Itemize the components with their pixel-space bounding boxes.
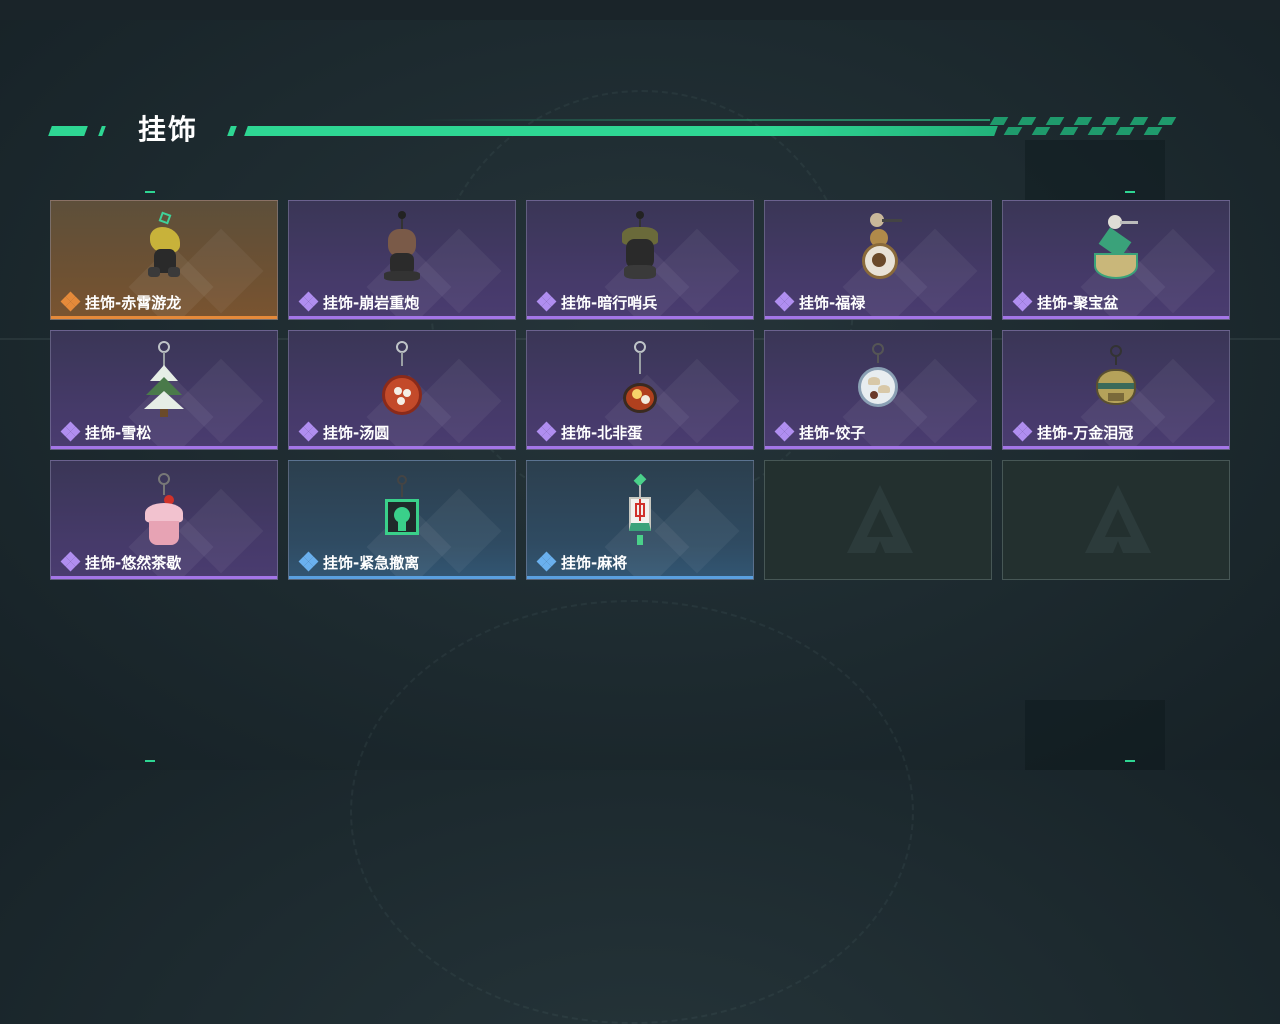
corner-mark bbox=[1125, 191, 1135, 193]
crown-charm-icon bbox=[1086, 339, 1146, 429]
rarity-icon bbox=[60, 291, 81, 312]
charm-card[interactable]: 挂饰-赤霄游龙 bbox=[50, 200, 278, 320]
delta-logo-icon bbox=[1085, 485, 1151, 553]
rarity-icon bbox=[298, 551, 319, 572]
charm-card[interactable]: 挂饰-北非蛋 bbox=[526, 330, 754, 450]
rarity-icon bbox=[536, 421, 557, 442]
rarity-icon bbox=[1012, 421, 1033, 442]
charm-card[interactable]: 挂饰-饺子 bbox=[764, 330, 992, 450]
rarity-bar bbox=[1003, 446, 1229, 449]
rarity-bar bbox=[1003, 316, 1229, 319]
rarity-icon bbox=[60, 421, 81, 442]
dumpling-charm-icon bbox=[848, 339, 908, 429]
rarity-icon bbox=[298, 291, 319, 312]
sentinel-charm-icon bbox=[610, 209, 670, 299]
exit-sign-charm-icon bbox=[372, 469, 432, 559]
charm-card[interactable]: 挂饰-崩岩重炮 bbox=[288, 200, 516, 320]
charm-label: 挂饰-饺子 bbox=[799, 423, 866, 442]
charm-label: 挂饰-紧急撤离 bbox=[323, 553, 420, 572]
charm-label: 挂饰-雪松 bbox=[85, 423, 152, 442]
rarity-bar bbox=[289, 446, 515, 449]
rarity-bar bbox=[51, 446, 277, 449]
shakshuka-charm-icon bbox=[610, 339, 670, 429]
rarity-bar bbox=[289, 316, 515, 319]
charm-label: 挂饰-聚宝盆 bbox=[1037, 293, 1119, 312]
background-ring bbox=[350, 600, 914, 1024]
rarity-icon bbox=[536, 291, 557, 312]
rarity-icon bbox=[298, 421, 319, 442]
empty-slot bbox=[1002, 460, 1230, 580]
dragon-charm-icon bbox=[134, 209, 194, 299]
charm-label: 挂饰-北非蛋 bbox=[561, 423, 643, 442]
charm-card[interactable]: 挂饰-万金泪冠 bbox=[1002, 330, 1230, 450]
charm-label: 挂饰-赤霄游龙 bbox=[85, 293, 182, 312]
mahjong-charm-icon bbox=[610, 469, 670, 559]
rarity-bar bbox=[51, 576, 277, 579]
rarity-bar bbox=[765, 446, 991, 449]
charm-label: 挂饰-麻将 bbox=[561, 553, 628, 572]
rarity-bar bbox=[765, 316, 991, 319]
charm-label: 挂饰-汤圆 bbox=[323, 423, 390, 442]
rarity-icon bbox=[60, 551, 81, 572]
charm-label: 挂饰-崩岩重炮 bbox=[323, 293, 420, 312]
charm-grid: 挂饰-赤霄游龙 挂饰-崩岩重炮 挂饰-暗行哨兵 挂饰-福禄 挂饰-聚宝盆 挂饰-… bbox=[50, 200, 1230, 580]
header-accent bbox=[98, 126, 106, 136]
header-line-thin bbox=[420, 119, 990, 121]
section-title: 挂饰 bbox=[138, 113, 199, 146]
rarity-icon bbox=[1012, 291, 1033, 312]
charm-card[interactable]: 挂饰-聚宝盆 bbox=[1002, 200, 1230, 320]
charm-card[interactable]: 挂饰-暗行哨兵 bbox=[526, 200, 754, 320]
treasure-bowl-charm-icon bbox=[1086, 209, 1146, 299]
rarity-bar bbox=[527, 446, 753, 449]
header-checker-pattern bbox=[989, 117, 1202, 137]
charm-card[interactable]: 挂饰-汤圆 bbox=[288, 330, 516, 450]
charm-label: 挂饰-福禄 bbox=[799, 293, 866, 312]
charm-card[interactable]: 挂饰-紧急撤离 bbox=[288, 460, 516, 580]
rarity-bar bbox=[51, 316, 277, 319]
rarity-bar bbox=[527, 316, 753, 319]
corner-mark bbox=[1125, 760, 1135, 762]
cupcake-charm-icon bbox=[134, 469, 194, 559]
rarity-icon bbox=[774, 291, 795, 312]
rarity-icon bbox=[536, 551, 557, 572]
header-line bbox=[244, 126, 998, 136]
corner-mark bbox=[145, 760, 155, 762]
snow-pine-charm-icon bbox=[134, 339, 194, 429]
delta-logo-icon bbox=[847, 485, 913, 553]
empty-slot bbox=[764, 460, 992, 580]
charm-card[interactable]: 挂饰-雪松 bbox=[50, 330, 278, 450]
charm-card[interactable]: 挂饰-悠然茶歇 bbox=[50, 460, 278, 580]
corner-mark bbox=[145, 191, 155, 193]
gourd-charm-icon bbox=[848, 209, 908, 299]
rarity-bar bbox=[289, 576, 515, 579]
rock-cannon-charm-icon bbox=[372, 209, 432, 299]
charm-card[interactable]: 挂饰-福禄 bbox=[764, 200, 992, 320]
rarity-bar bbox=[527, 576, 753, 579]
charm-label: 挂饰-暗行哨兵 bbox=[561, 293, 658, 312]
top-bar bbox=[0, 0, 1280, 20]
charm-label: 挂饰-万金泪冠 bbox=[1037, 423, 1134, 442]
rarity-icon bbox=[774, 421, 795, 442]
tangyuan-charm-icon bbox=[372, 339, 432, 429]
background-shape bbox=[1025, 700, 1165, 770]
header-accent bbox=[48, 126, 88, 136]
header-accent bbox=[227, 126, 237, 136]
charm-label: 挂饰-悠然茶歇 bbox=[85, 553, 182, 572]
charm-card[interactable]: 挂饰-麻将 bbox=[526, 460, 754, 580]
